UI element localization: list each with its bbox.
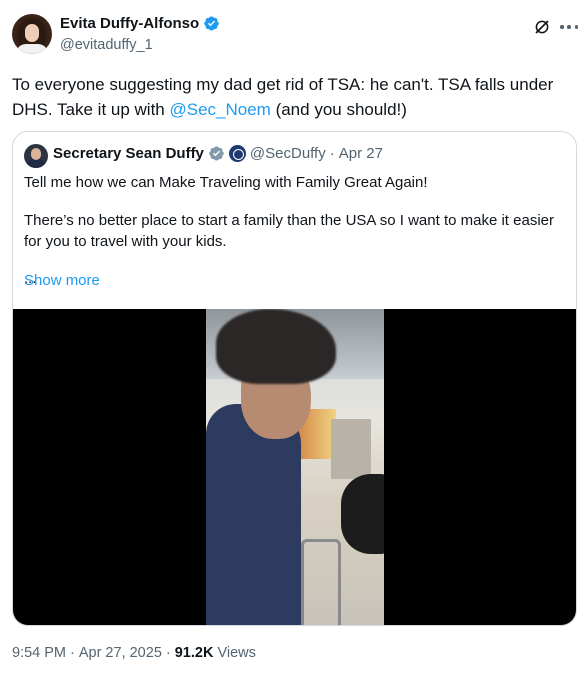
quote-date[interactable]: Apr 27 (339, 145, 383, 162)
more-options-icon[interactable] (560, 18, 578, 36)
author-handle[interactable]: @evitaduffy_1 (60, 37, 153, 53)
tweet: Evita Duffy-Alfonso @evitaduffy_1 To eve… (0, 0, 583, 674)
tweet-date[interactable]: Apr 27, 2025 (79, 645, 162, 661)
show-more-link[interactable]: Show more (24, 272, 100, 289)
views-count: 91.2K (174, 645, 214, 661)
video-frame (206, 309, 384, 625)
department-seal-icon (228, 145, 246, 162)
verified-badge-icon (204, 16, 219, 31)
separator-dot: · (70, 645, 75, 661)
separator-dot: · (165, 645, 171, 661)
quote-header: Secretary Sean Duffy @SecDuffy · Apr 27 (53, 145, 383, 162)
quote-paragraph: There’s no better place to start a famil… (24, 212, 554, 250)
quote-ellipsis: ... (24, 270, 37, 287)
author-display-name[interactable]: Evita Duffy-Alfonso (60, 15, 199, 32)
mention-link[interactable]: @Sec_Noem (169, 100, 270, 119)
tweet-text: To everyone suggesting my dad get rid of… (12, 72, 572, 122)
video-player[interactable] (13, 309, 576, 625)
tweet-meta: 9:54 PM · Apr 27, 2025 · 91.2K Views (12, 645, 256, 661)
views-label: Views (217, 645, 256, 661)
separator-dot: · (329, 145, 335, 162)
quote-paragraph: Tell me how we can Make Traveling with F… (24, 174, 428, 191)
quote-text: Tell me how we can Make Traveling with F… (24, 172, 569, 289)
government-badge-icon (209, 146, 224, 161)
quote-display-name[interactable]: Secretary Sean Duffy (53, 145, 204, 162)
author-avatar[interactable] (12, 14, 52, 54)
tweet-time[interactable]: 9:54 PM (12, 645, 66, 661)
quoted-tweet[interactable]: Secretary Sean Duffy @SecDuffy · Apr 27 … (12, 131, 577, 626)
quote-handle[interactable]: @SecDuffy (250, 145, 326, 162)
quote-avatar[interactable] (24, 144, 48, 168)
tweet-text-part: (and you should!) (270, 100, 407, 119)
author-name-row: Evita Duffy-Alfonso (60, 15, 220, 32)
grok-icon[interactable] (533, 18, 551, 36)
